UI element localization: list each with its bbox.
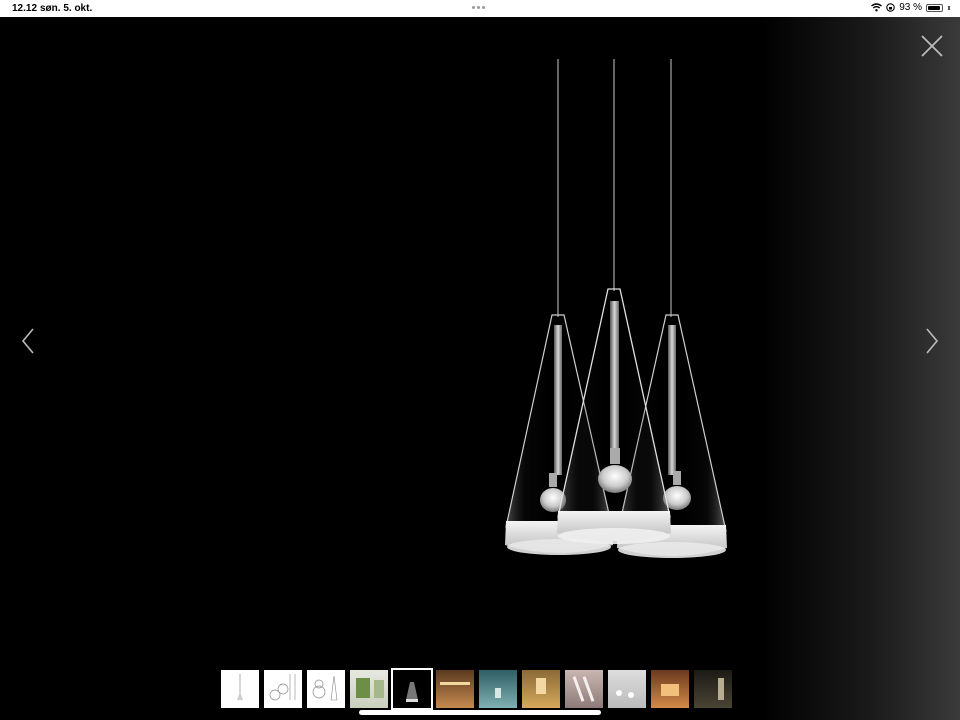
thumbnail[interactable] <box>479 670 517 708</box>
chevron-right-icon[interactable] <box>922 326 942 356</box>
thumbnail[interactable] <box>221 670 259 708</box>
lock-rotation-icon <box>886 3 895 12</box>
thumbnail[interactable] <box>694 670 732 708</box>
thumbnail[interactable] <box>307 670 345 708</box>
thumbnail[interactable] <box>350 670 388 708</box>
battery-percent: 93 % <box>899 2 922 13</box>
thumbnail[interactable] <box>264 670 302 708</box>
photo-right-edge <box>760 17 960 720</box>
thumbnail[interactable] <box>436 670 474 708</box>
battery-tip <box>948 5 950 10</box>
battery-icon <box>926 3 943 12</box>
thumbnail[interactable] <box>651 670 689 708</box>
thumbnail-strip <box>221 668 732 710</box>
status-right: 93 % <box>871 2 950 13</box>
home-indicator[interactable] <box>359 710 601 715</box>
lamp-photo <box>505 59 727 558</box>
status-bar: 12.12 søn. 5. okt. 93 % <box>0 0 960 17</box>
chevron-left-icon[interactable] <box>18 326 38 356</box>
close-icon[interactable] <box>918 32 946 60</box>
status-date: søn. 5. okt. <box>40 3 93 14</box>
multitasking-dots-icon[interactable] <box>472 6 485 9</box>
status-time: 12.12 <box>12 3 38 14</box>
battery-fill <box>928 5 941 10</box>
thumbnail[interactable] <box>522 670 560 708</box>
thumbnail-selected[interactable] <box>391 668 433 710</box>
thumbnail[interactable] <box>608 670 646 708</box>
wifi-icon <box>871 3 883 12</box>
thumbnail[interactable] <box>565 670 603 708</box>
